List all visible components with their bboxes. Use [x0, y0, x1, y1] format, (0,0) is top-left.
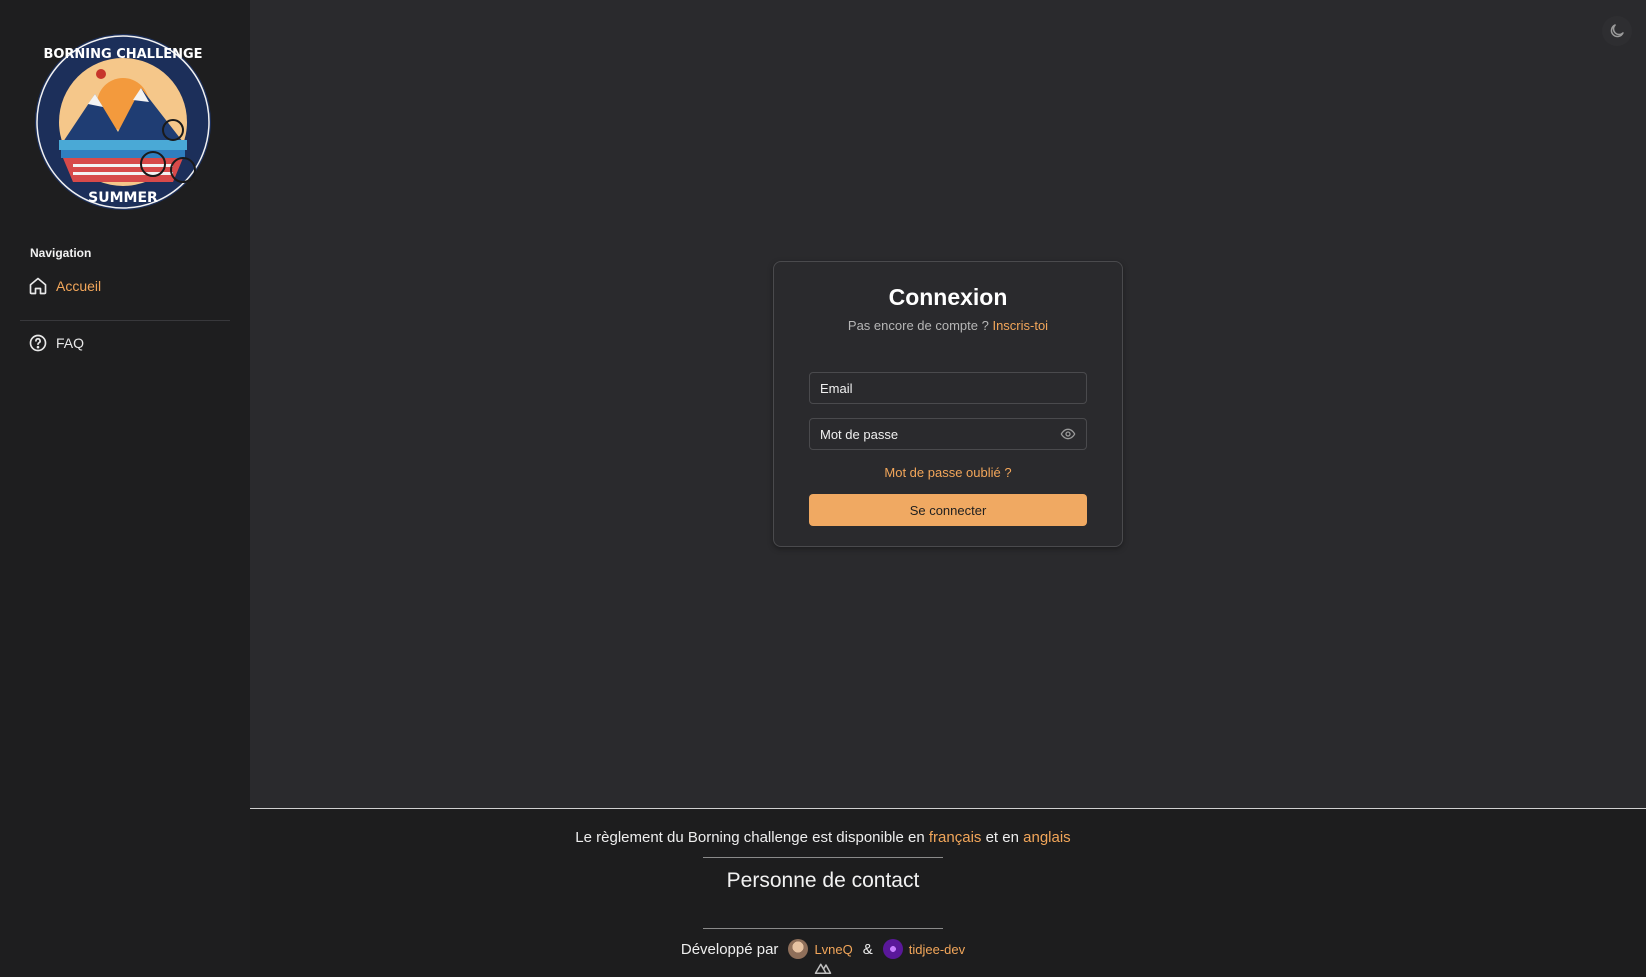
footer-divider	[703, 857, 943, 858]
rules-text: Le règlement du Borning challenge est di…	[250, 829, 1396, 846]
password-placeholder: Mot de passe	[820, 426, 899, 442]
sidebar-item-label: FAQ	[56, 335, 85, 351]
nuxt-icon	[814, 963, 832, 974]
footer: Le règlement du Borning challenge est di…	[250, 808, 1646, 977]
nav-divider	[20, 320, 230, 321]
moon-icon	[1610, 24, 1624, 38]
borning-challenge-logo[interactable]: BORNING CHALLENGE SUMMER	[33, 32, 213, 212]
dev-prefix: Développé par	[680, 940, 779, 958]
nav-heading: Navigation	[30, 246, 92, 260]
forgot-password-link[interactable]: Mot de passe oublié ?	[884, 465, 1011, 480]
email-field[interactable]: Email	[809, 372, 1087, 404]
forgot-password-row: Mot de passe oublié ?	[774, 465, 1122, 480]
login-title: Connexion	[888, 284, 1008, 310]
email-placeholder: Email	[820, 380, 853, 396]
home-icon	[29, 277, 47, 295]
sidebar-item-label: Accueil	[56, 278, 102, 294]
signup-prompt: Pas encore de compte ? Inscris-toi	[774, 318, 1122, 333]
rules-link-french[interactable]: français	[929, 829, 982, 846]
rules-link-english[interactable]: anglais	[1023, 829, 1071, 846]
sidebar-item-faq[interactable]: FAQ	[28, 330, 84, 356]
contact-heading: Personne de contact	[726, 869, 920, 892]
rules-prefix: Le règlement du Borning challenge est di…	[575, 829, 925, 846]
developer-name: LvneQ	[814, 941, 853, 957]
developer-name: tidjee-dev	[908, 941, 966, 957]
avatar	[882, 939, 903, 959]
password-field[interactable]: Mot de passe	[809, 418, 1087, 450]
signup-link[interactable]: Inscris-toi	[992, 318, 1048, 333]
no-account-text: Pas encore de compte ?	[847, 318, 989, 333]
theme-toggle-button[interactable]	[1602, 16, 1632, 46]
help-circle-icon	[29, 334, 47, 352]
login-card: Connexion Pas encore de compte ? Inscris…	[773, 261, 1123, 547]
avatar	[788, 939, 809, 959]
sidebar-item-accueil[interactable]: Accueil	[28, 273, 101, 299]
sidebar: BORNING CHALLENGE SUMMER Navigation Accu…	[0, 0, 250, 977]
developer-link-tidjee[interactable]: tidjee-dev	[882, 939, 966, 959]
svg-text:SUMMER: SUMMER	[88, 190, 158, 206]
developers-line: Développé par LvneQ & tidjee-dev	[250, 939, 1396, 959]
developer-link-lvneq[interactable]: LvneQ	[788, 939, 853, 959]
eye-icon[interactable]	[1060, 426, 1076, 442]
dev-separator: &	[862, 940, 873, 958]
rules-middle: et en	[985, 829, 1019, 846]
login-button[interactable]: Se connecter	[809, 494, 1087, 526]
svg-text:BORNING CHALLENGE: BORNING CHALLENGE	[43, 47, 202, 62]
footer-divider	[703, 928, 943, 929]
